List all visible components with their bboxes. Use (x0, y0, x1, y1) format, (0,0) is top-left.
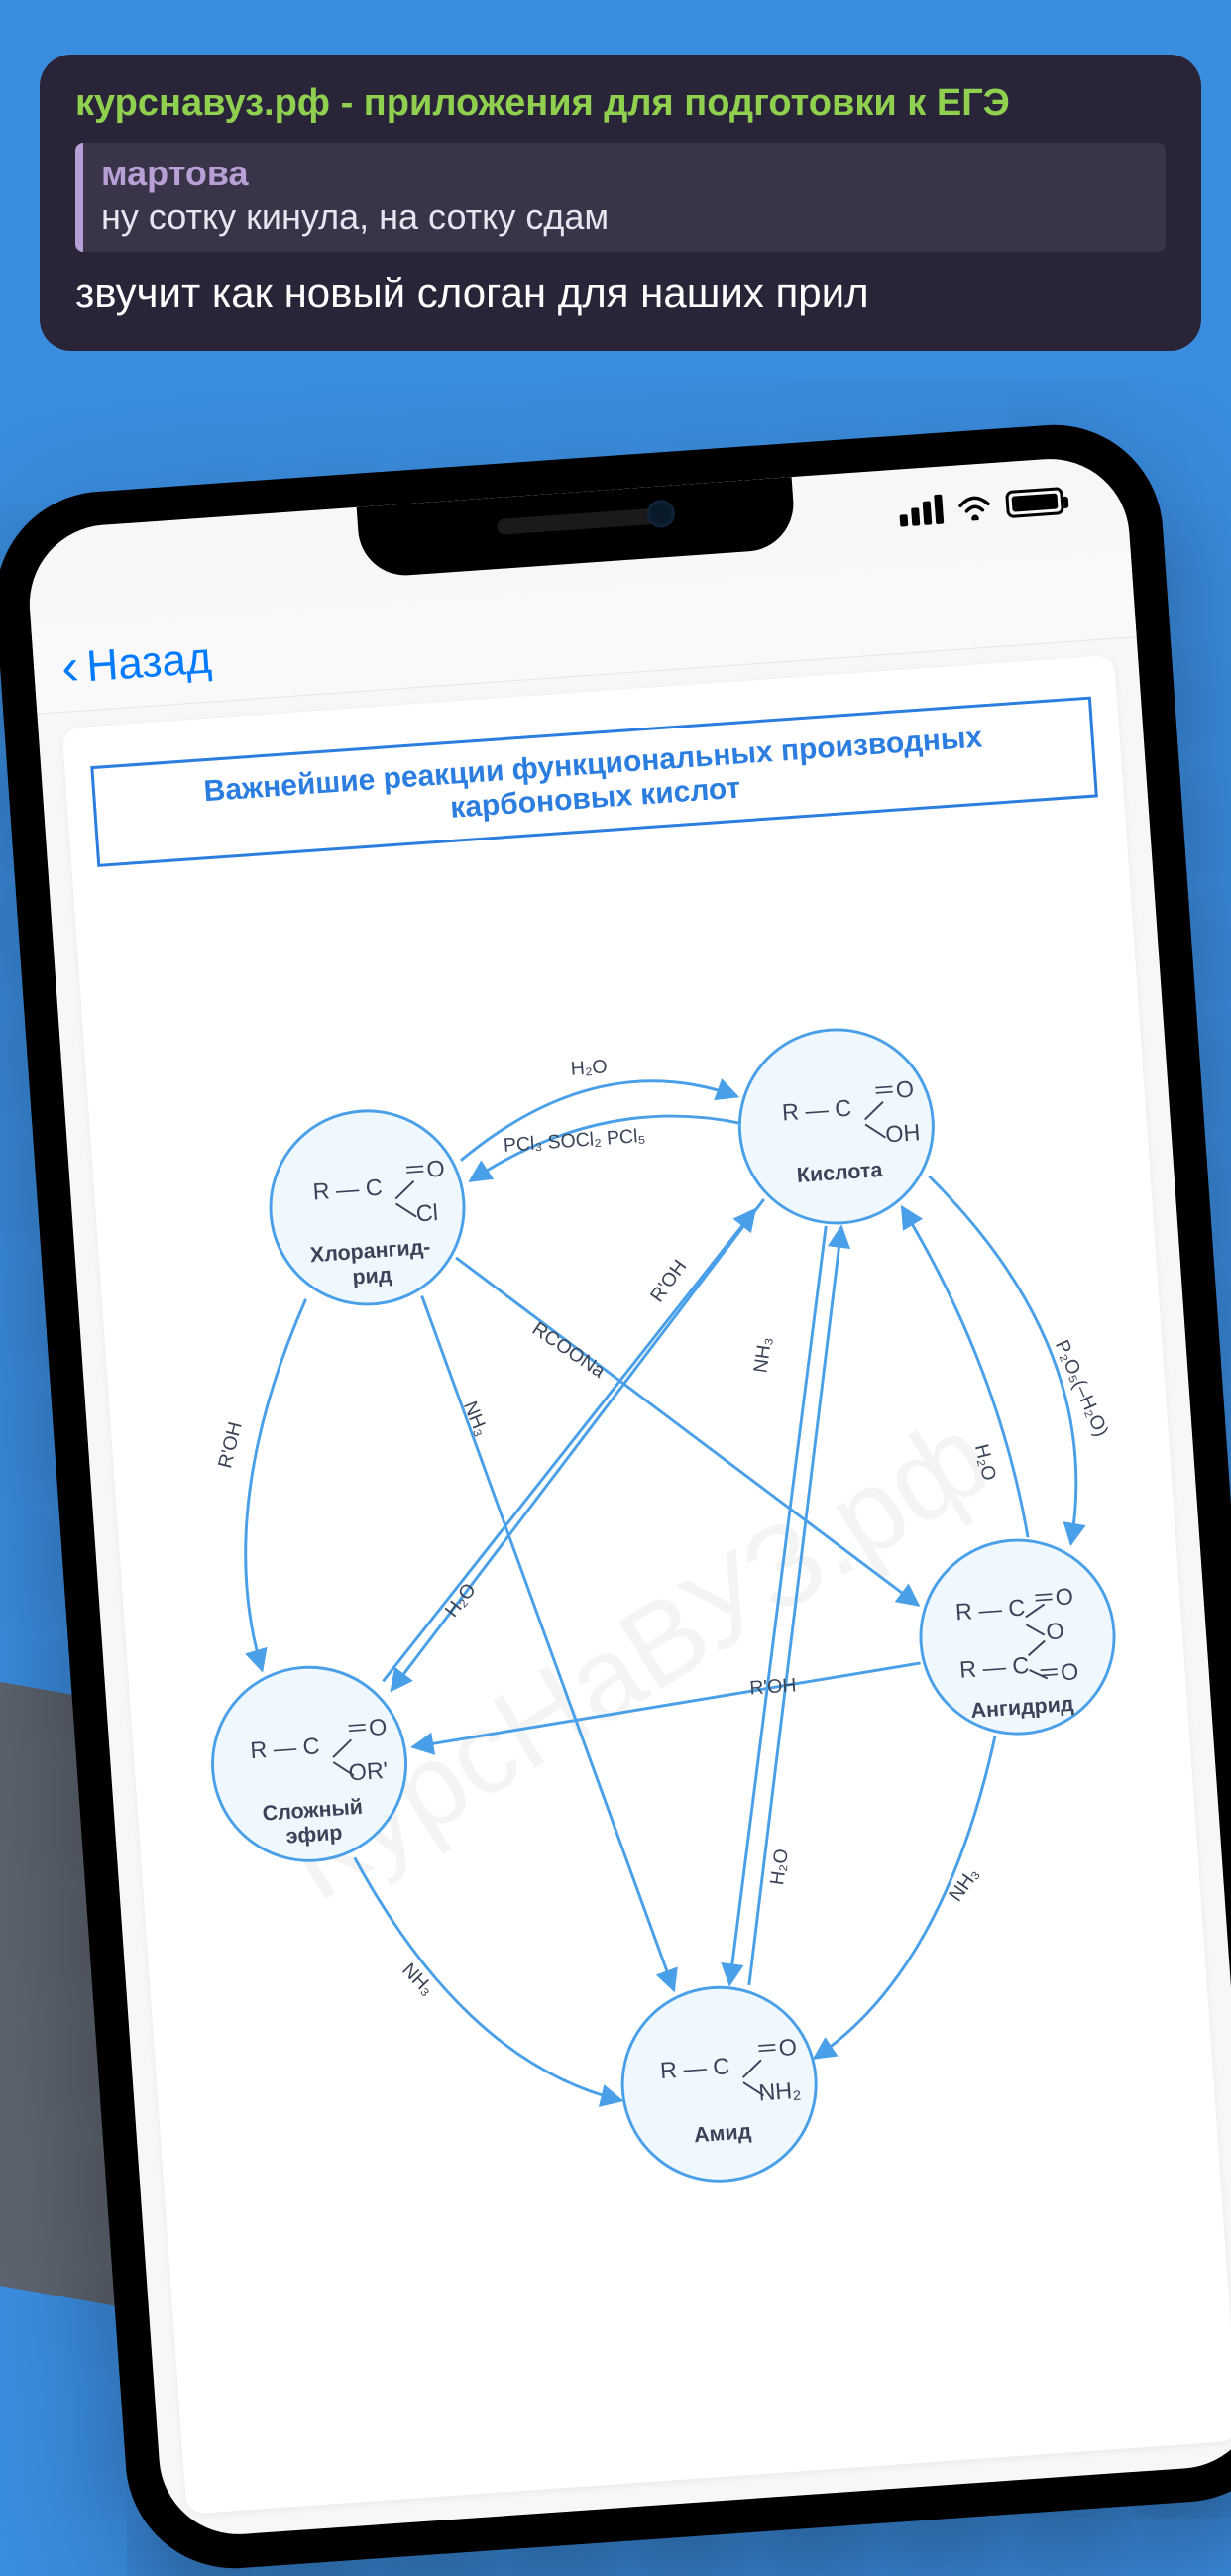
svg-text:эфир: эфир (285, 1821, 343, 1848)
svg-text:＝O: ＝O (754, 2034, 797, 2063)
phone-notch (357, 477, 797, 579)
svg-text:рид: рид (352, 1263, 393, 1289)
phone-mockup: ‹ Назад Важнейшие реакции функциональных… (0, 417, 1231, 2575)
node-chloride: R — C ＝O Cl Хлорангид- рид (264, 1104, 470, 1310)
svg-text:＝O: ＝O (1037, 1658, 1079, 1687)
chat-message: звучит как новый слоган для наших прил (75, 270, 1166, 317)
quote-text: ну сотку кинула, на сотку сдам (101, 196, 1148, 238)
node-anhydride: R — C ＝O O R — C ＝O Ангидрид (914, 1533, 1120, 1739)
svg-text:R — C: R — C (312, 1175, 384, 1205)
content-title: Важнейшие реакции функциональных произво… (112, 715, 1075, 848)
svg-text:R — C: R — C (954, 1595, 1026, 1625)
svg-text:＝O: ＝O (345, 1714, 388, 1742)
quote-author: мартова (101, 153, 1148, 194)
wifi-icon (955, 492, 993, 521)
svg-text:H₂O: H₂O (570, 1056, 608, 1080)
chat-bubble: курснавуз.рф - приложения для подготовки… (40, 55, 1201, 351)
svg-text:R — C: R — C (250, 1733, 321, 1763)
chat-quote: мартова ну сотку кинула, на сотку сдам (75, 143, 1166, 252)
node-amide: R — C ＝O NH₂ Амид (616, 1981, 823, 2187)
back-label: Назад (85, 633, 213, 692)
svg-text:＝O: ＝O (872, 1076, 915, 1105)
svg-text:OH: OH (884, 1119, 921, 1147)
svg-text:RCOONa: RCOONa (528, 1318, 610, 1383)
svg-text:NH₃: NH₃ (749, 1336, 776, 1375)
chat-title: курснавуз.рф - приложения для подготовки… (75, 82, 1166, 125)
content-title-box: Важнейшие реакции функциональных произво… (90, 697, 1098, 867)
svg-text:NH₃: NH₃ (459, 1399, 493, 1440)
svg-text:R — C: R — C (659, 2053, 730, 2083)
svg-text:OR': OR' (348, 1757, 389, 1786)
svg-text:R'OH: R'OH (214, 1419, 247, 1470)
svg-text:H₂O: H₂O (441, 1579, 481, 1622)
back-button[interactable]: ‹ Назад (60, 633, 214, 693)
node-acid: R — C ＝O OH Кислота (733, 1023, 940, 1229)
svg-text:NH₂: NH₂ (757, 2077, 802, 2106)
svg-text:P₂O₅(–H₂O): P₂O₅(–H₂O) (1051, 1337, 1113, 1440)
watermark: КурсНаВУЗ.рф (263, 1390, 1011, 1925)
svg-text:R — C: R — C (781, 1095, 852, 1126)
svg-text:Cl: Cl (415, 1199, 439, 1226)
svg-text:R — C: R — C (958, 1652, 1030, 1683)
status-bar (898, 486, 1064, 527)
battery-icon (1005, 487, 1064, 518)
svg-text:NH₃: NH₃ (945, 1863, 983, 1905)
svg-text:R'OH: R'OH (749, 1674, 797, 1699)
cellular-signal-icon (898, 495, 944, 527)
svg-text:＝O: ＝O (402, 1156, 445, 1184)
svg-text:PCl₃ SOCl₂ PCl₅: PCl₃ SOCl₂ PCl₅ (503, 1125, 646, 1157)
content-card: Важнейшие реакции функциональных произво… (62, 655, 1231, 2515)
svg-text:NH₃: NH₃ (397, 1960, 438, 2000)
reaction-diagram: КурсНаВУЗ.рф R — C ＝O OH (100, 916, 1209, 2371)
svg-text:H₂O: H₂O (766, 1848, 793, 1887)
chevron-left-icon: ‹ (60, 652, 79, 684)
svg-text:O: O (1046, 1618, 1065, 1644)
svg-text:Амид: Амид (693, 2119, 752, 2147)
